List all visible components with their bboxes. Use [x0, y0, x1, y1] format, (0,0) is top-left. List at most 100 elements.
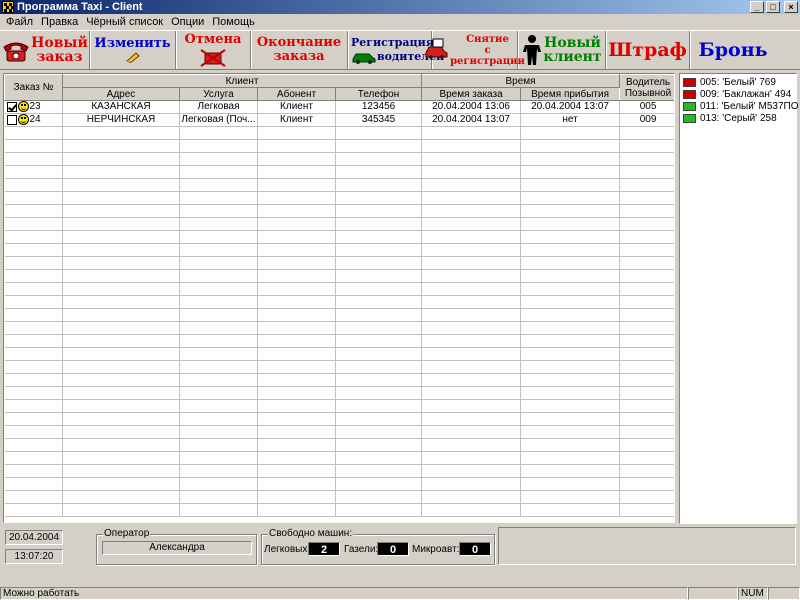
empty-cell[interactable]: [4, 126, 63, 141]
empty-cell[interactable]: [520, 347, 621, 362]
empty-cell[interactable]: [62, 464, 180, 479]
empty-cell[interactable]: [4, 490, 63, 505]
empty-cell[interactable]: [520, 373, 621, 388]
empty-cell[interactable]: [62, 334, 180, 349]
header-phone[interactable]: Телефон: [334, 87, 423, 101]
empty-cell[interactable]: [619, 451, 674, 466]
empty-cell[interactable]: [421, 243, 522, 258]
cell-subscriber[interactable]: Клиент: [257, 100, 336, 115]
empty-cell[interactable]: [619, 360, 674, 375]
empty-cell[interactable]: [421, 451, 522, 466]
empty-cell[interactable]: [4, 347, 63, 362]
empty-cell[interactable]: [520, 191, 621, 206]
empty-cell[interactable]: [421, 347, 522, 362]
empty-cell[interactable]: [335, 126, 423, 141]
empty-cell[interactable]: [179, 425, 258, 440]
empty-cell[interactable]: [619, 321, 674, 336]
empty-cell[interactable]: [4, 503, 63, 518]
empty-row[interactable]: [4, 139, 674, 154]
empty-cell[interactable]: [4, 373, 63, 388]
empty-cell[interactable]: [520, 451, 621, 466]
cell-driver[interactable]: 005: [619, 100, 674, 115]
empty-row[interactable]: [4, 256, 674, 271]
empty-cell[interactable]: [520, 282, 621, 297]
empty-cell[interactable]: [520, 217, 621, 232]
empty-cell[interactable]: [4, 191, 63, 206]
empty-cell[interactable]: [62, 256, 180, 271]
empty-cell[interactable]: [421, 230, 522, 245]
empty-cell[interactable]: [335, 139, 423, 154]
empty-cell[interactable]: [4, 425, 63, 440]
empty-cell[interactable]: [421, 412, 522, 427]
empty-cell[interactable]: [4, 282, 63, 297]
order-number-cell[interactable]: 24: [4, 113, 63, 128]
empty-cell[interactable]: [520, 230, 621, 245]
empty-cell[interactable]: [179, 126, 258, 141]
empty-cell[interactable]: [257, 490, 336, 505]
empty-cell[interactable]: [619, 425, 674, 440]
empty-cell[interactable]: [257, 295, 336, 310]
empty-cell[interactable]: [520, 243, 621, 258]
empty-cell[interactable]: [421, 165, 522, 180]
empty-cell[interactable]: [62, 438, 180, 453]
empty-cell[interactable]: [62, 490, 180, 505]
empty-cell[interactable]: [62, 308, 180, 323]
empty-cell[interactable]: [619, 178, 674, 193]
empty-cell[interactable]: [335, 217, 423, 232]
empty-cell[interactable]: [520, 334, 621, 349]
order-number-cell[interactable]: 23: [4, 100, 63, 115]
empty-cell[interactable]: [179, 269, 258, 284]
empty-cell[interactable]: [257, 308, 336, 323]
empty-row[interactable]: [4, 308, 674, 323]
empty-cell[interactable]: [179, 217, 258, 232]
empty-cell[interactable]: [179, 243, 258, 258]
empty-cell[interactable]: [421, 204, 522, 219]
empty-cell[interactable]: [619, 217, 674, 232]
empty-cell[interactable]: [335, 230, 423, 245]
empty-cell[interactable]: [421, 477, 522, 492]
empty-cell[interactable]: [62, 347, 180, 362]
empty-cell[interactable]: [62, 243, 180, 258]
order-checkbox[interactable]: [6, 114, 17, 125]
empty-cell[interactable]: [335, 503, 423, 518]
cell-subscriber[interactable]: Клиент: [257, 113, 336, 128]
empty-cell[interactable]: [520, 165, 621, 180]
empty-cell[interactable]: [257, 412, 336, 427]
empty-cell[interactable]: [179, 477, 258, 492]
empty-cell[interactable]: [179, 399, 258, 414]
empty-cell[interactable]: [4, 321, 63, 336]
empty-cell[interactable]: [520, 178, 621, 193]
empty-cell[interactable]: [421, 360, 522, 375]
empty-cell[interactable]: [520, 126, 621, 141]
empty-cell[interactable]: [4, 178, 63, 193]
driver-list-item[interactable]: 009: 'Баклажан' 494: [680, 88, 796, 100]
empty-row[interactable]: [4, 243, 674, 258]
empty-cell[interactable]: [520, 360, 621, 375]
empty-cell[interactable]: [619, 152, 674, 167]
menu-options[interactable]: Опции: [167, 14, 208, 30]
finish-order-button[interactable]: Окончание заказа: [251, 31, 348, 69]
restore-icon[interactable]: □: [766, 1, 780, 13]
empty-cell[interactable]: [619, 399, 674, 414]
empty-cell[interactable]: [179, 230, 258, 245]
empty-cell[interactable]: [335, 282, 423, 297]
empty-row[interactable]: [4, 347, 674, 362]
menu-blacklist[interactable]: Чёрный список: [82, 14, 167, 30]
empty-cell[interactable]: [179, 373, 258, 388]
empty-cell[interactable]: [520, 139, 621, 154]
empty-row[interactable]: [4, 425, 674, 440]
empty-row[interactable]: [4, 503, 674, 518]
menu-file[interactable]: Файл: [2, 14, 37, 30]
cancel-button[interactable]: Отмена: [176, 31, 251, 69]
empty-cell[interactable]: [179, 204, 258, 219]
empty-row[interactable]: [4, 204, 674, 219]
empty-cell[interactable]: [421, 438, 522, 453]
driver-list-item[interactable]: 005: 'Белый' 769: [680, 76, 796, 88]
empty-row[interactable]: [4, 373, 674, 388]
empty-cell[interactable]: [421, 503, 522, 518]
empty-row[interactable]: [4, 152, 674, 167]
empty-cell[interactable]: [179, 360, 258, 375]
empty-cell[interactable]: [4, 360, 63, 375]
empty-cell[interactable]: [335, 152, 423, 167]
empty-cell[interactable]: [179, 334, 258, 349]
